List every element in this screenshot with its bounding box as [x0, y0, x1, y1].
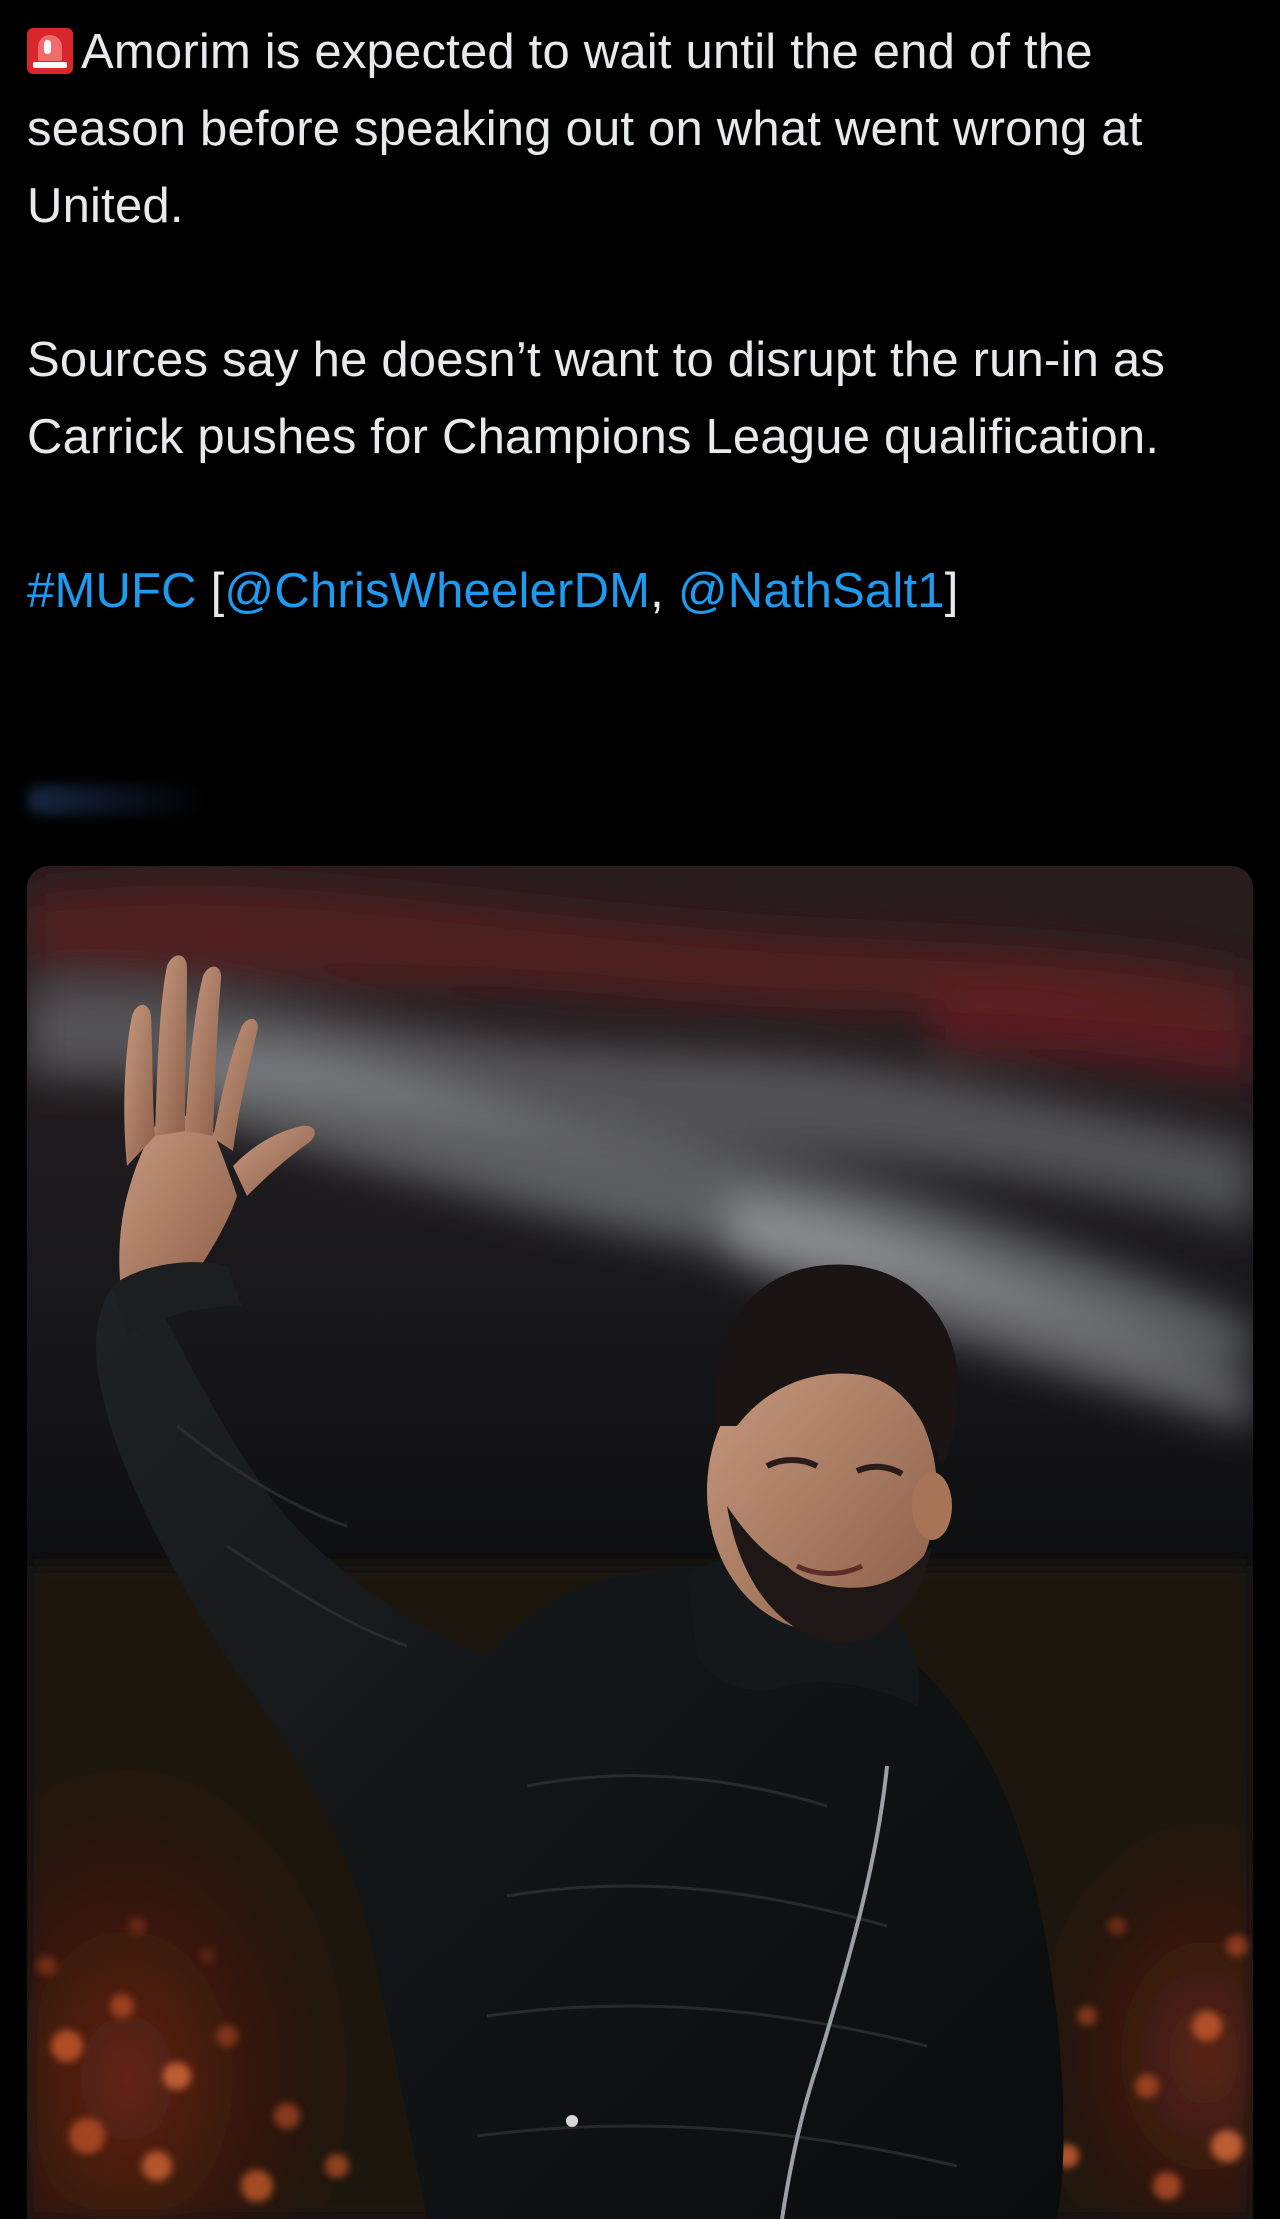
mention-separator: , [650, 564, 678, 618]
blurred-attribution [27, 785, 207, 815]
tweet-tags-line: #MUFC [@ChrisWheelerDM, @NathSalt1] [27, 553, 1257, 630]
bracket-open: [ [196, 564, 225, 618]
mention-link-chriswheelerdm[interactable]: @ChrisWheelerDM [224, 564, 650, 618]
tweet-paragraph-2: Sources say he doesn’t want to disrupt t… [27, 333, 1166, 464]
tweet-photo[interactable] [27, 866, 1253, 2219]
tweet-paragraph-1: Amorim is expected to wait until the end… [27, 14, 1257, 245]
bracket-close: ] [944, 564, 959, 618]
hashtag-link[interactable]: #MUFC [27, 564, 197, 618]
tweet-paragraph-1-text: Amorim is expected to wait until the end… [27, 25, 1143, 233]
mention-link-nathsalt1[interactable]: @NathSalt1 [678, 564, 945, 618]
tweet-text: Amorim is expected to wait until the end… [27, 14, 1257, 630]
photo-image [27, 866, 1253, 2219]
rotating-light-icon [27, 28, 73, 74]
